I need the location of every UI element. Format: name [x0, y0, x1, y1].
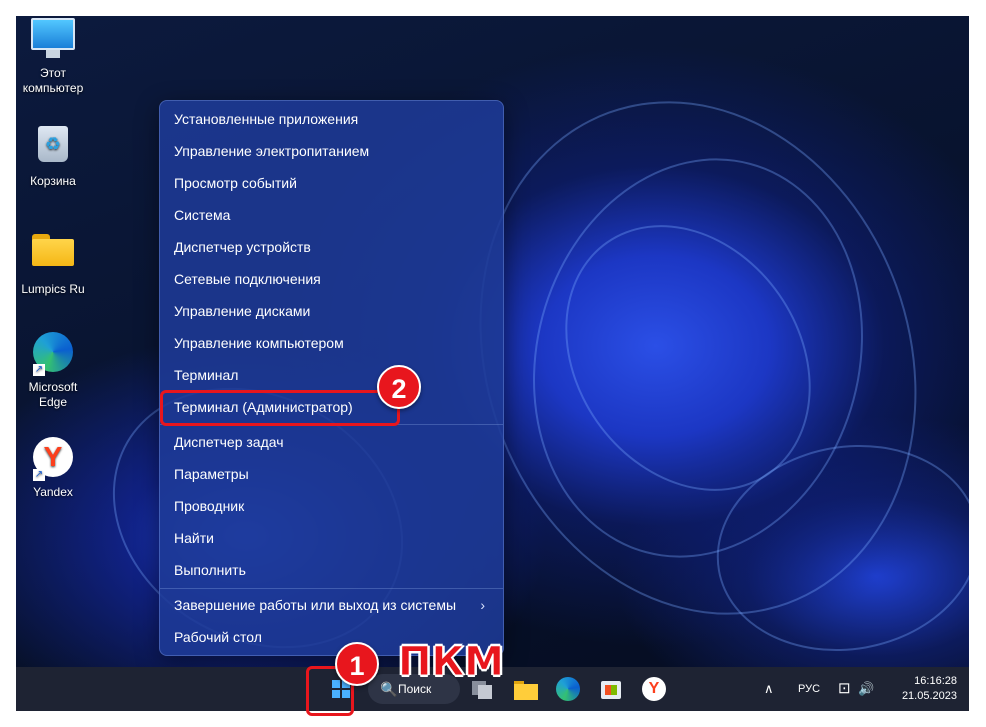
- desktop-icon-this-pc[interactable]: Этот компьютер: [15, 16, 91, 96]
- folder-icon: [31, 234, 75, 278]
- edge-taskbar-icon[interactable]: [556, 677, 580, 701]
- menu-item-network-connections[interactable]: Сетевые подключения: [164, 264, 499, 294]
- yandex-taskbar-icon[interactable]: Y: [642, 677, 666, 701]
- search-icon: 🔍: [380, 681, 398, 697]
- recycle-bin-icon: ♻: [31, 126, 75, 170]
- shortcut-arrow-icon: ↗: [33, 364, 45, 376]
- desktop-icon-label: Microsoft: [28, 380, 78, 394]
- volume-icon[interactable]: 🔊: [858, 667, 874, 711]
- menu-separator: [160, 588, 503, 589]
- this-pc-icon: [31, 18, 75, 62]
- highlight-terminal-admin: [160, 390, 400, 426]
- network-icon[interactable]: ⊡: [838, 667, 851, 711]
- menu-item-label: Завершение работы или выход из системы: [174, 597, 457, 613]
- menu-item-device-manager[interactable]: Диспетчер устройств: [164, 232, 499, 262]
- menu-item-settings[interactable]: Параметры: [164, 459, 499, 489]
- desktop-icon-label: Lumpics Ru: [21, 282, 85, 296]
- clock-date: 21.05.2023: [901, 690, 957, 702]
- store-icon[interactable]: [598, 675, 626, 703]
- language-indicator[interactable]: РУС: [798, 667, 820, 711]
- edge-icon: ↗: [31, 332, 75, 376]
- menu-item-run[interactable]: Выполнить: [164, 555, 499, 585]
- desktop-icon-recycle-bin[interactable]: ♻ Корзина: [15, 122, 91, 189]
- start-context-menu: Установленные приложения Управление элек…: [159, 100, 504, 656]
- file-explorer-icon[interactable]: [512, 675, 540, 703]
- step-badge-1: 1: [335, 642, 379, 686]
- menu-item-file-explorer[interactable]: Проводник: [164, 491, 499, 521]
- tray-overflow-chevron-icon[interactable]: ∧: [764, 667, 774, 711]
- chevron-right-icon: ›: [480, 597, 485, 613]
- menu-item-search[interactable]: Найти: [164, 523, 499, 553]
- right-click-label: ПКМ: [398, 639, 505, 685]
- step-badge-2: 2: [377, 365, 421, 409]
- menu-item-power-options[interactable]: Управление электропитанием: [164, 136, 499, 166]
- menu-item-shutdown-signout[interactable]: Завершение работы или выход из системы ›: [164, 590, 499, 620]
- clock-time: 16:16:28: [914, 675, 957, 687]
- menu-item-task-manager[interactable]: Диспетчер задач: [164, 427, 499, 457]
- menu-item-system[interactable]: Система: [164, 200, 499, 230]
- desktop-icon-label: Корзина: [30, 174, 76, 188]
- desktop-icon-label: Edge: [38, 395, 68, 409]
- desktop-icon-label: Yandex: [33, 485, 73, 499]
- desktop-icon-edge[interactable]: ↗ Microsoft Edge: [15, 330, 91, 410]
- menu-item-disk-management[interactable]: Управление дисками: [164, 296, 499, 326]
- desktop-icon-lumpics-folder[interactable]: Lumpics Ru: [15, 226, 91, 297]
- clock[interactable]: 16:16:28 21.05.2023: [902, 674, 957, 704]
- menu-item-computer-management[interactable]: Управление компьютером: [164, 328, 499, 358]
- menu-item-event-viewer[interactable]: Просмотр событий: [164, 168, 499, 198]
- menu-item-installed-apps[interactable]: Установленные приложения: [164, 104, 499, 134]
- desktop-icon-yandex[interactable]: Y ↗ Yandex: [15, 435, 91, 500]
- desktop-icon-label: Этот: [40, 66, 66, 80]
- yandex-icon: Y ↗: [31, 437, 75, 481]
- menu-item-terminal[interactable]: Терминал: [164, 360, 499, 390]
- desktop-icon-label: компьютер: [22, 81, 84, 95]
- shortcut-arrow-icon: ↗: [33, 469, 45, 481]
